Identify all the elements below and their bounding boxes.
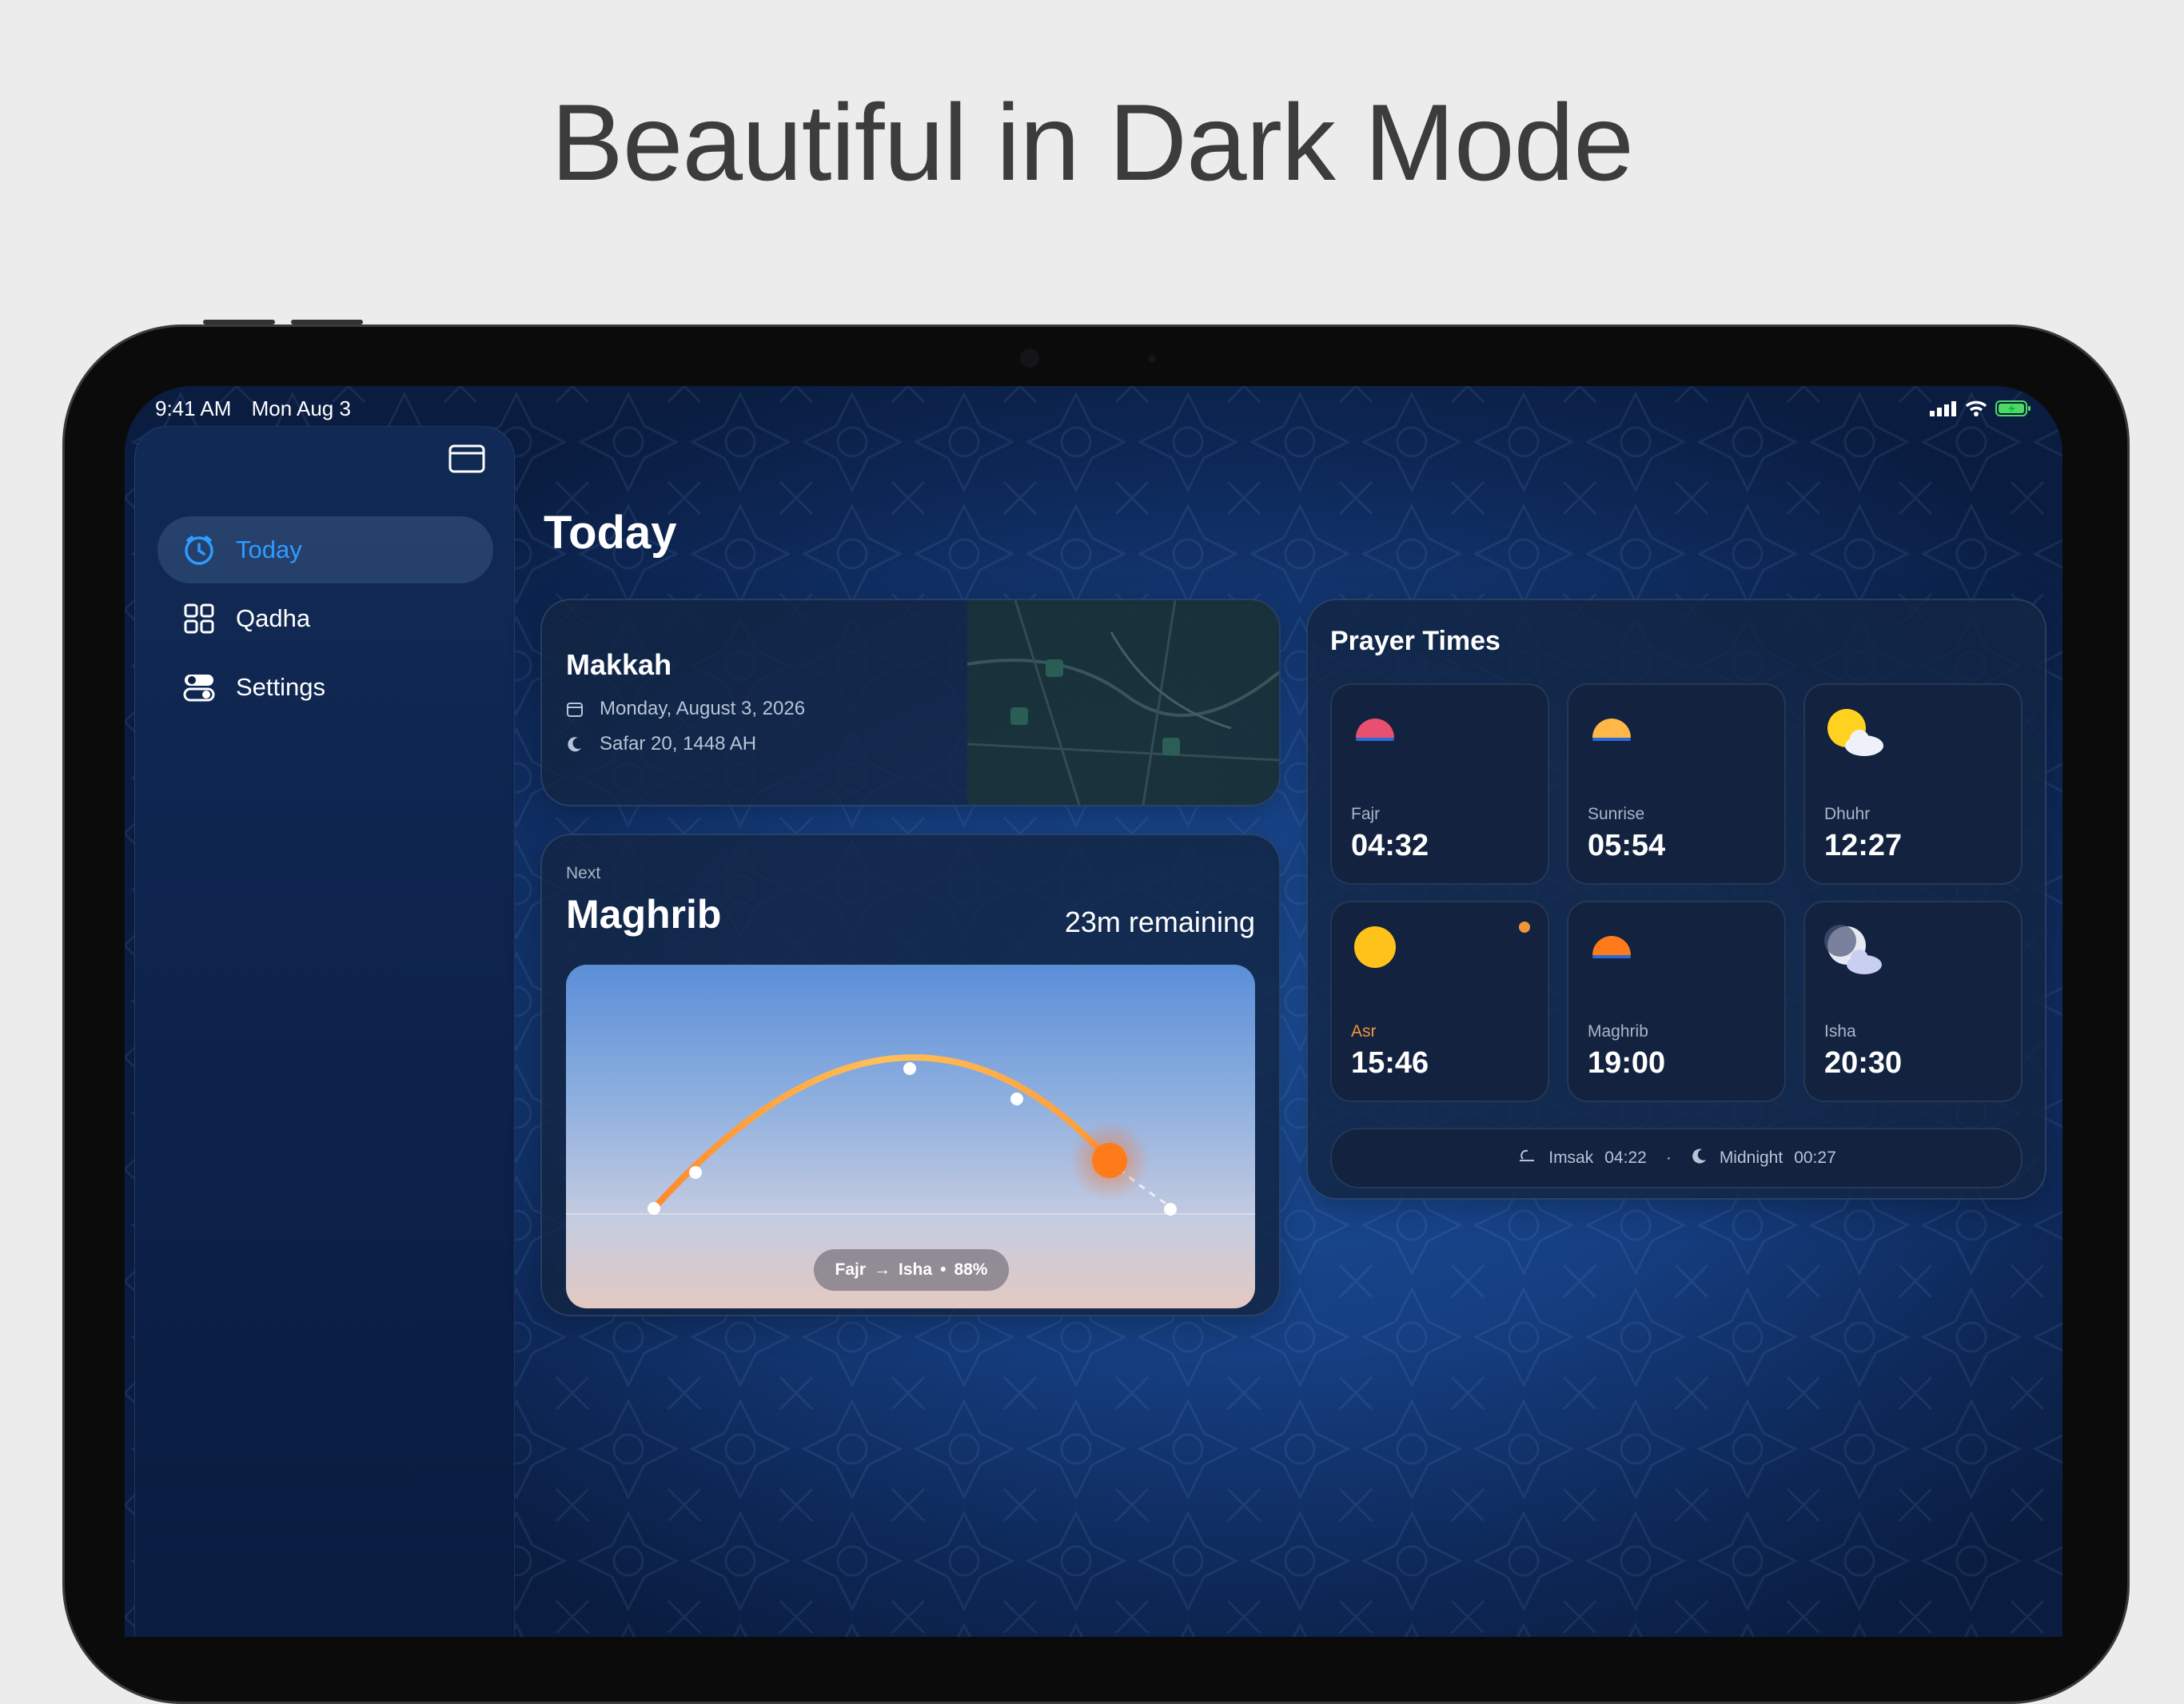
sensor-dot	[1148, 355, 1156, 363]
prayer-name: Fajr	[1351, 805, 1381, 823]
dawn-sun-icon	[1356, 719, 1394, 741]
sun-position	[1092, 1143, 1127, 1178]
sun-icon	[1354, 926, 1396, 968]
progress-pill: Fajr → Isha • 88%	[814, 1249, 1009, 1291]
prayer-tile-isha[interactable]: Isha 20:30	[1803, 901, 2023, 1102]
sun-arc-visual: Fajr → Isha • 88%	[566, 965, 1255, 1308]
sunrise-marker	[689, 1166, 702, 1179]
progress-from: Fajr	[835, 1260, 867, 1279]
prayer-name: Sunrise	[1588, 805, 1645, 823]
sidebar-item-qadha[interactable]: Qadha	[157, 585, 493, 652]
sunset-icon	[1592, 936, 1631, 958]
prayer-time: 04:32	[1351, 829, 1429, 862]
hijri-date: Safar 20, 1448 AH	[600, 733, 757, 754]
status-time: 9:41 AM	[155, 396, 232, 420]
calendar-icon	[566, 700, 585, 718]
prayer-name: Isha	[1824, 1022, 1856, 1041]
prayer-time: 15:46	[1351, 1046, 1429, 1080]
arrow-right-icon: →	[874, 1260, 891, 1279]
current-indicator-dot	[1519, 922, 1530, 933]
toggles-icon	[181, 670, 217, 705]
dhuhr-marker	[903, 1062, 916, 1075]
map-pin-icon	[1046, 659, 1063, 677]
time-remaining: 23m remaining	[1064, 906, 1255, 938]
gregorian-date: Monday, August 3, 2026	[600, 698, 806, 719]
prayer-name: Maghrib	[1588, 1022, 1648, 1041]
bullet-separator: •	[940, 1260, 947, 1279]
sidebar-item-today[interactable]: Today	[157, 516, 493, 583]
grid-icon	[181, 601, 217, 636]
fajr-marker	[648, 1202, 660, 1215]
midnight-icon	[1691, 1147, 1708, 1169]
asr-marker	[1010, 1093, 1023, 1105]
sidebar-item-label: Settings	[236, 673, 326, 701]
clock-icon	[181, 532, 217, 567]
moon-cloud-icon	[1824, 925, 1882, 974]
prayer-time: 20:30	[1824, 1046, 1903, 1080]
separator-dot: ·	[1665, 1149, 1672, 1167]
status-bar: 9:41 AM Mon Aug 3	[155, 392, 2032, 424]
prayer-tile-asr[interactable]: Asr 15:46	[1330, 901, 1549, 1102]
prayer-times-card: Prayer Times Fajr 04:32 Sunrise 05:54 Dh…	[1306, 599, 2047, 1200]
wifi-icon	[1965, 400, 1987, 416]
prayer-time: 12:27	[1824, 829, 1903, 862]
prayer-tile-dhuhr[interactable]: Dhuhr 12:27	[1803, 683, 2023, 885]
imsak-label: Imsak	[1548, 1149, 1594, 1167]
prayer-time: 19:00	[1588, 1046, 1666, 1080]
battery-icon	[1995, 400, 2031, 416]
map-thumbnail	[967, 600, 1279, 805]
isha-marker	[1164, 1203, 1177, 1216]
moon-icon	[566, 735, 585, 753]
location-card[interactable]: Makkah Monday, August 3, 2026 Safar 20, …	[540, 599, 1281, 806]
prayer-tile-fajr[interactable]: Fajr 04:32	[1330, 683, 1549, 885]
imsak-icon	[1516, 1148, 1537, 1169]
next-prayer-card[interactable]: Next Maghrib 23m remaining Fajr → Isha •…	[540, 834, 1281, 1316]
headline: Beautiful in Dark Mode	[551, 82, 1634, 203]
map-pin-icon	[1010, 707, 1028, 725]
map-pin-icon	[1162, 738, 1180, 755]
cellular-icon	[1930, 401, 1956, 416]
camera-icon	[1020, 348, 1039, 368]
gregorian-date-row: Monday, August 3, 2026	[566, 698, 805, 720]
location-city: Makkah	[566, 648, 672, 681]
sidebar-item-settings[interactable]: Settings	[157, 654, 493, 721]
prayer-tile-maghrib[interactable]: Maghrib 19:00	[1567, 901, 1786, 1102]
prayer-times-title: Prayer Times	[1330, 626, 1501, 656]
next-prayer-name: Maghrib	[566, 892, 722, 937]
hijri-date-row: Safar 20, 1448 AH	[566, 733, 756, 755]
progress-to: Isha	[899, 1260, 933, 1279]
midnight-time: 00:27	[1794, 1149, 1836, 1167]
sun-cloud-icon	[1827, 709, 1883, 756]
screen: 9:41 AM Mon Aug 3 Today Qadha Settings T…	[125, 386, 2062, 1637]
sidebar-item-label: Qadha	[236, 604, 311, 632]
prayer-time: 05:54	[1588, 829, 1666, 862]
prayer-name: Asr	[1351, 1022, 1377, 1041]
extra-times-bar: Imsak 04:22 · Midnight 00:27	[1330, 1128, 2023, 1188]
status-date: Mon Aug 3	[251, 396, 351, 420]
imsak-time: 04:22	[1604, 1149, 1647, 1167]
sidebar: Today Qadha Settings	[134, 426, 515, 1637]
page-title: Today	[544, 507, 677, 559]
prayer-tile-sunrise[interactable]: Sunrise 05:54	[1567, 683, 1786, 885]
progress-percent: 88%	[954, 1260, 988, 1279]
sidebar-toggle-icon[interactable]	[448, 444, 485, 473]
prayer-name: Dhuhr	[1824, 805, 1871, 823]
midnight-label: Midnight	[1719, 1149, 1783, 1167]
sunrise-icon	[1592, 719, 1631, 741]
next-label: Next	[566, 864, 601, 882]
sidebar-item-label: Today	[236, 535, 302, 563]
